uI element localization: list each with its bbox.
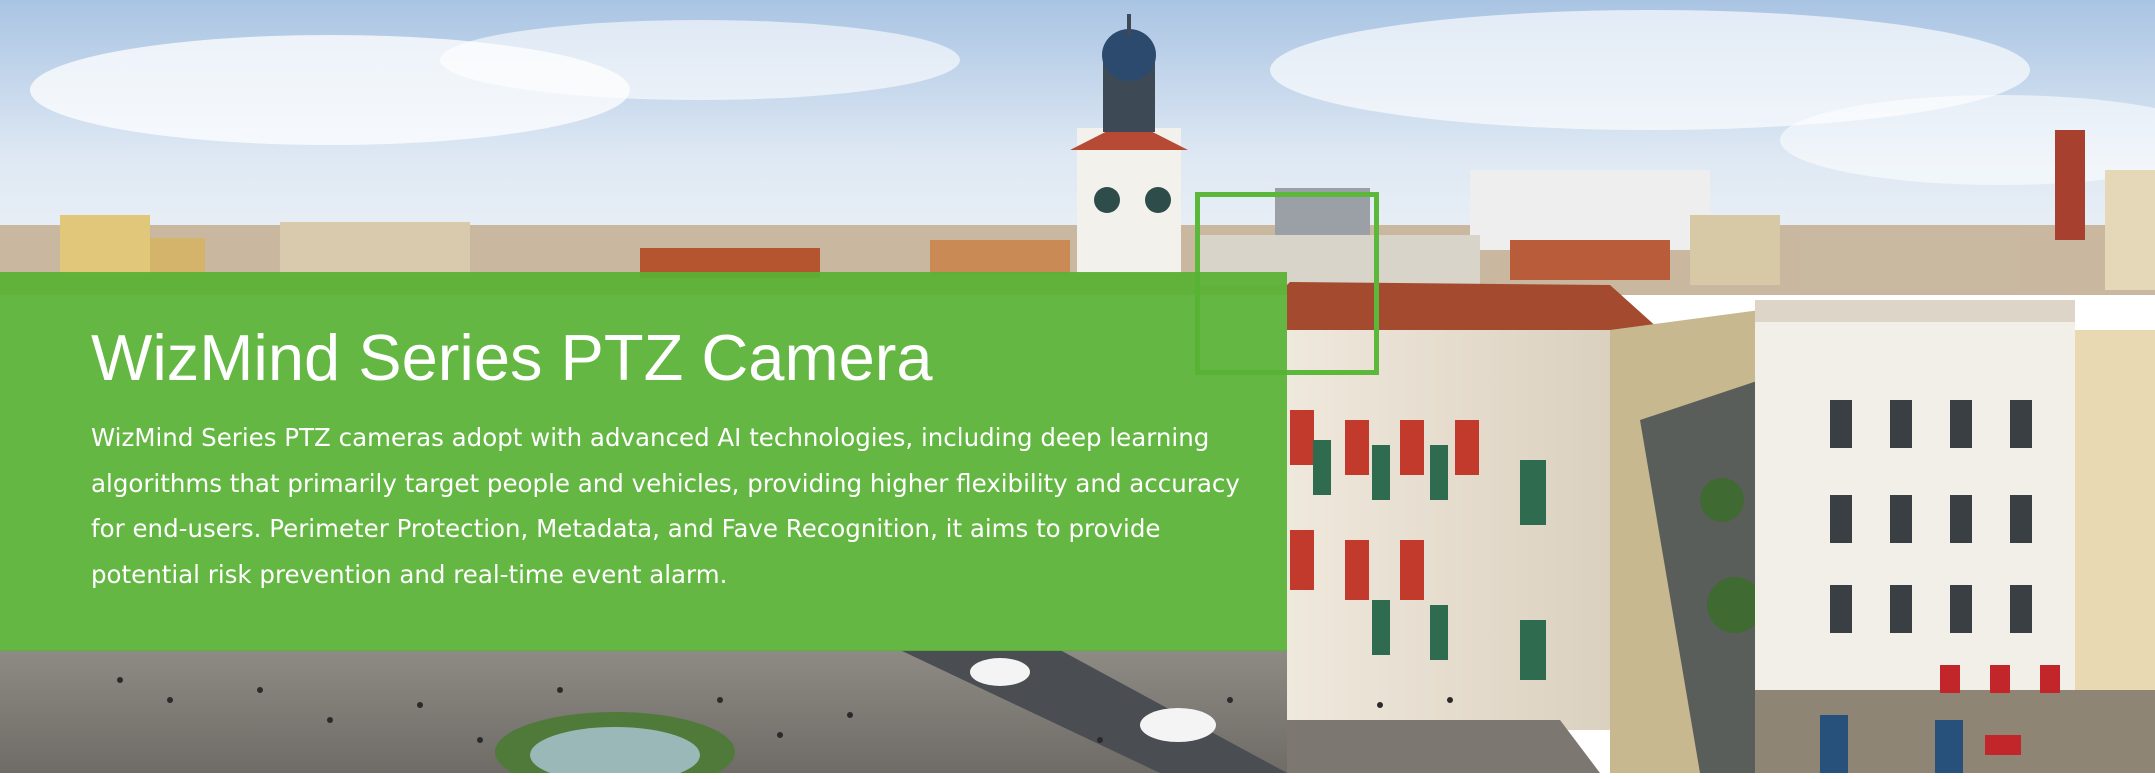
hero-description: WizMind Series PTZ cameras adopt with ad…	[91, 423, 1240, 589]
hero-banner: WizMind Series PTZ Camera WizMind Series…	[0, 0, 2155, 773]
hero-title: WizMind Series PTZ Camera	[91, 321, 933, 394]
